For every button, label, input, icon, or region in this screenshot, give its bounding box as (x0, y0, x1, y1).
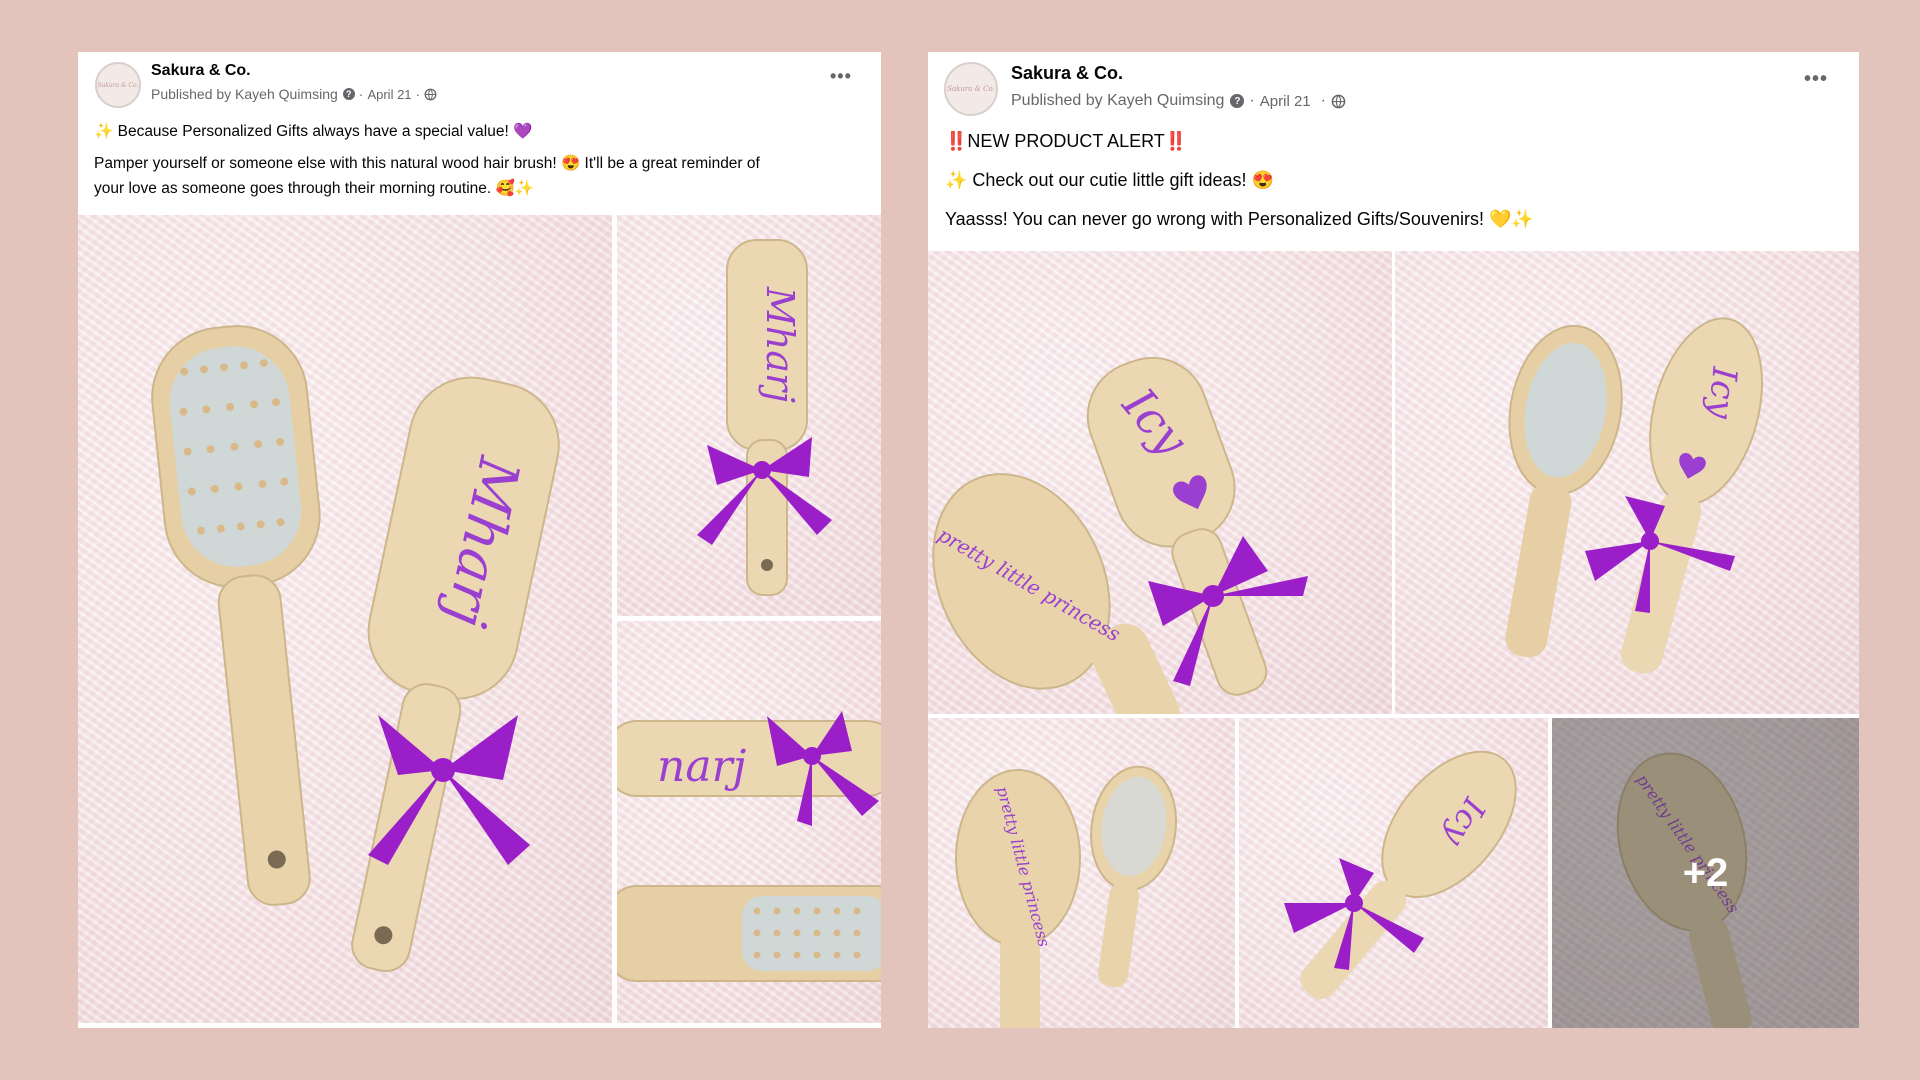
page-avatar[interactable]: Sakura & Co. (944, 62, 998, 116)
brush-mirror-illustration: pretty little princess (955, 765, 1178, 1028)
published-by[interactable]: Published by Kayeh Quimsing (151, 86, 338, 102)
post-meta: Published by Kayeh Quimsing ? · April 21… (151, 86, 437, 102)
page-name[interactable]: Sakura & Co. (151, 62, 251, 80)
post-photo-2[interactable]: Icy (1395, 251, 1859, 714)
post-photo-4[interactable]: Icy (1239, 718, 1548, 1028)
post-text-line-3: your love as someone goes through their … (94, 180, 535, 197)
date-separator: · (358, 86, 364, 102)
date-separator: · (1249, 92, 1255, 109)
brush-illustration: Mharj (697, 239, 832, 596)
brush-lettering: Mharj (758, 286, 802, 403)
post-text-line-1: ✨ Because Personalized Gifts always have… (94, 123, 533, 140)
brush-lettering: Icy (1700, 364, 1745, 421)
post-photo-3[interactable]: narj (617, 621, 881, 1023)
info-icon[interactable]: ? (342, 88, 355, 100)
post-meta: Published by Kayeh Quimsing ? · April 21… (1011, 92, 1346, 110)
more-photos-count: +2 (1682, 850, 1729, 895)
post-photo-1[interactable]: Icy pretty little princess (928, 251, 1392, 714)
date-separator: · (415, 86, 421, 102)
post-photo-3[interactable]: pretty little princess (928, 718, 1235, 1028)
post-text-line-3: Yaasss! You can never go wrong with Pers… (945, 209, 1534, 229)
brush-pair-illustration: Icy (1505, 317, 1763, 674)
more-options-icon[interactable]: ••• (830, 66, 852, 87)
avatar-logo-text: Sakura & Co. (947, 85, 995, 93)
post-date[interactable]: April 21 (367, 87, 411, 102)
post-text-line-1: ‼️NEW PRODUCT ALERT‼️ (945, 131, 1188, 151)
avatar-logo-text: Sakura & Co. (97, 81, 139, 89)
brush-lettering: narj (657, 741, 746, 792)
brush-closeup-illustration: narj (617, 711, 881, 982)
page-name[interactable]: Sakura & Co. (1011, 63, 1123, 84)
post-date[interactable]: April 21 (1260, 93, 1311, 110)
post-photo-main[interactable]: Mharj (78, 215, 612, 1023)
post-card-1: Sakura & Co. Sakura & Co. Published by K… (78, 52, 881, 1028)
more-options-icon[interactable]: ••• (1804, 68, 1828, 91)
globe-icon (424, 88, 437, 100)
post-text-line-2: Pamper yourself or someone else with thi… (94, 155, 760, 172)
globe-icon (1331, 94, 1346, 108)
post-card-2: Sakura & Co. Sakura & Co. Published by K… (928, 52, 1859, 1028)
date-separator: · (1320, 92, 1326, 109)
info-icon[interactable]: ? (1230, 94, 1245, 108)
more-photos-overlay[interactable]: +2 (1552, 718, 1859, 1028)
published-by[interactable]: Published by Kayeh Quimsing (1011, 92, 1224, 110)
post-photo-2[interactable]: Mharj (617, 215, 881, 616)
brush-illustration: Icy (1284, 750, 1517, 1000)
post-photo-5[interactable]: pretty little princess +2 (1552, 718, 1859, 1028)
page-avatar[interactable]: Sakura & Co. (95, 62, 141, 108)
brush-pair-illustration: Icy pretty little princess (932, 356, 1308, 714)
post-text-line-2: ✨ Check out our cutie little gift ideas!… (945, 170, 1274, 190)
brush-pair-illustration: Mharj (151, 325, 560, 973)
